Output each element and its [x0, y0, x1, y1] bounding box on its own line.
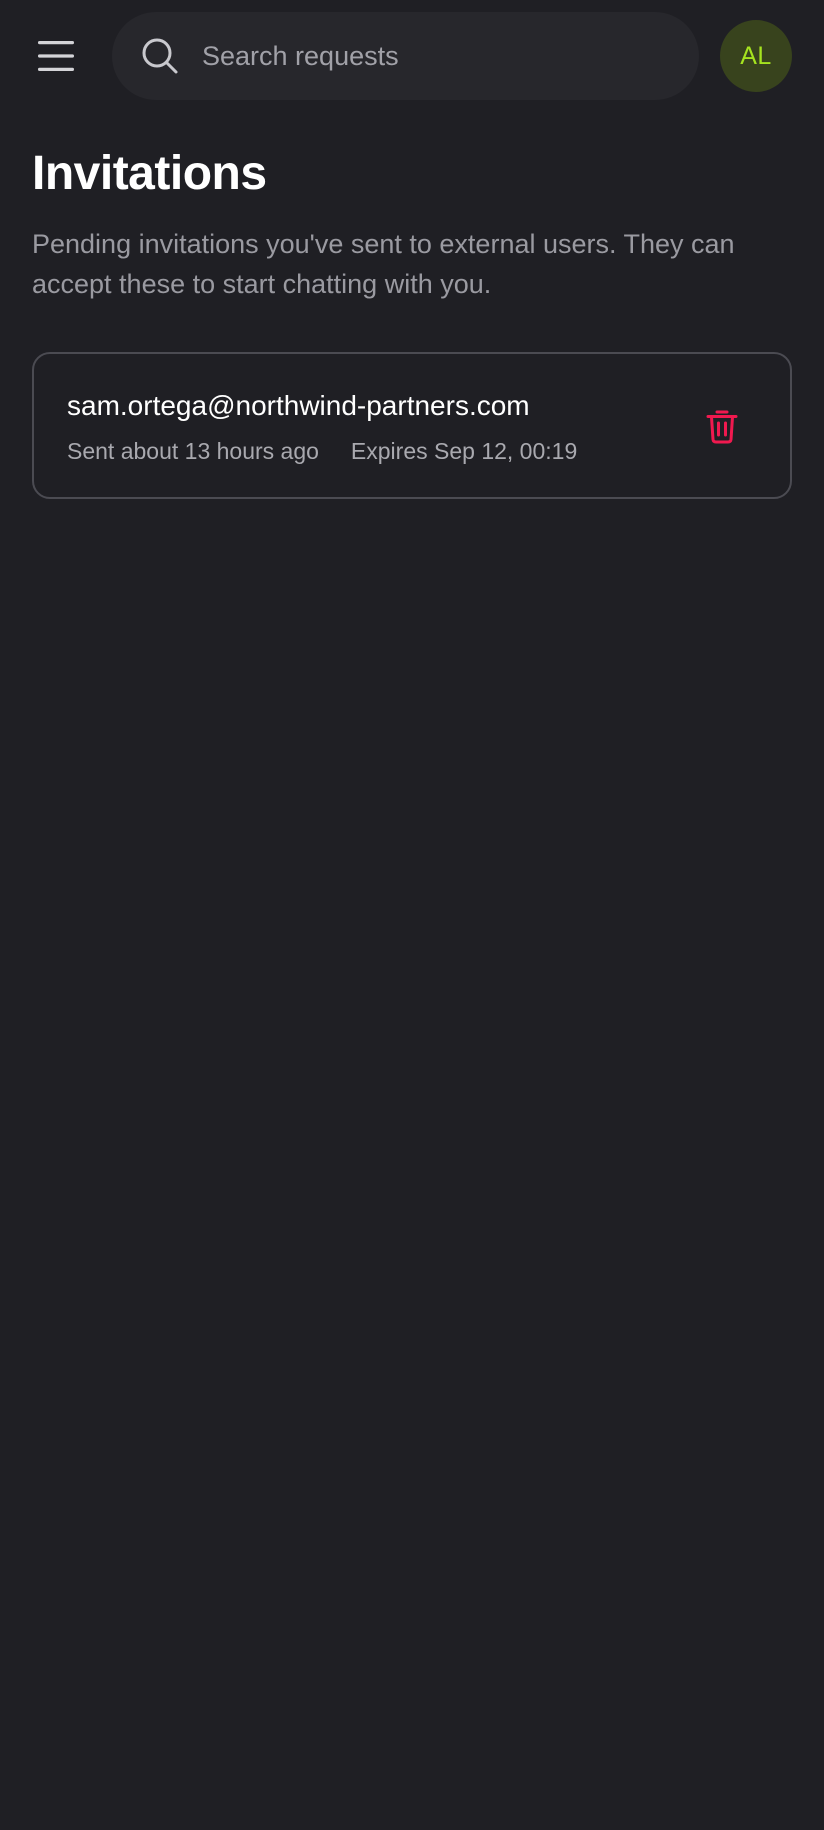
invitation-expiry: Expires Sep 12, 00:19 [350, 438, 578, 464]
page-title: Invitations [32, 147, 267, 200]
trash-icon [706, 408, 738, 444]
delete-invitation-button[interactable] [698, 402, 746, 450]
invitation-card: sam.ortega@northwind-partners.com Sent a… [32, 352, 792, 499]
avatar-initials: AL [740, 41, 772, 70]
page-description: Pending invitations you've sent to exter… [32, 229, 735, 299]
search-icon [140, 36, 180, 76]
invitation-meta: Sent about 13 hours ago Expires Sep 12, 0… [67, 438, 577, 465]
hamburger-menu-icon [36, 38, 76, 74]
invitation-sent-time: Sent about 13 hours ago [67, 438, 319, 464]
menu-button[interactable] [30, 30, 82, 82]
avatar[interactable]: AL [720, 20, 792, 92]
search-bar[interactable] [112, 12, 699, 100]
invitation-email: sam.ortega@northwind-partners.com [67, 390, 530, 421]
search-input[interactable] [200, 25, 699, 87]
top-bar: AL [0, 0, 824, 112]
